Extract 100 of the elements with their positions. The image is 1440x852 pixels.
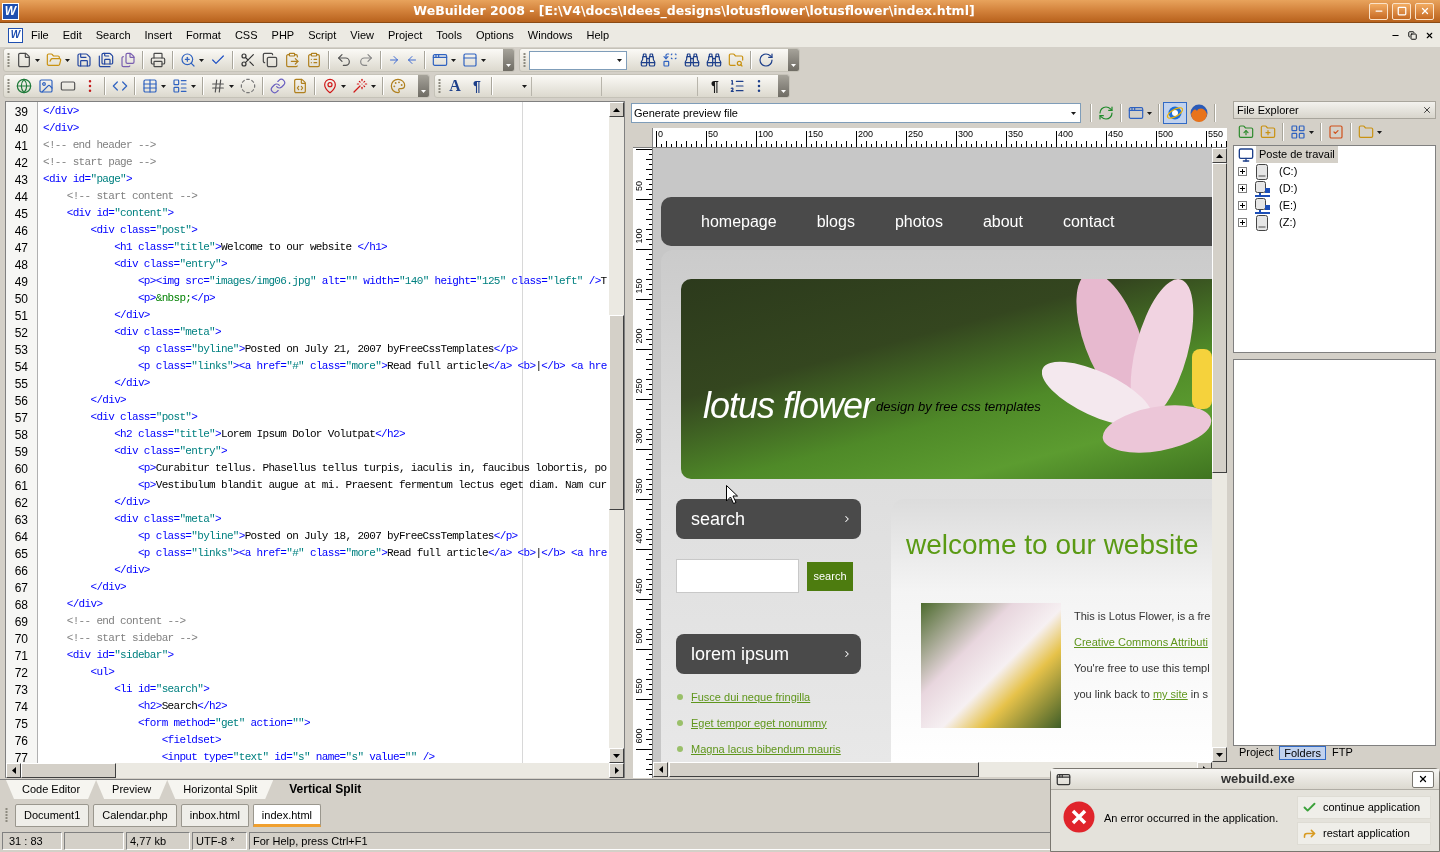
view-tab[interactable]: Code Editor (6, 780, 97, 799)
nav-link[interactable]: blogs (816, 209, 855, 234)
curved-arrow-icon[interactable] (758, 52, 774, 68)
toolbar-overflow-button[interactable] (503, 49, 514, 71)
redo-arrow-icon[interactable] (358, 52, 374, 68)
caret-down-icon[interactable] (481, 58, 486, 62)
dropdown-field[interactable]: Generate preview file (631, 103, 1081, 123)
image-icon[interactable] (38, 78, 54, 94)
close-icon[interactable] (1422, 105, 1432, 115)
text-link[interactable]: my site (1152, 688, 1188, 700)
dropdown-field[interactable] (529, 50, 627, 70)
scroll-down-button[interactable] (609, 748, 624, 763)
nav-link[interactable]: homepage (701, 209, 777, 234)
chain-link-icon[interactable] (270, 78, 286, 94)
grip-icon[interactable] (7, 53, 10, 67)
tree-item[interactable]: (C:) (1276, 163, 1301, 180)
magnifier-icon[interactable] (180, 52, 196, 68)
code-brackets-icon[interactable] (112, 78, 128, 94)
horizontal-scrollbar[interactable] (6, 763, 624, 778)
menu-item[interactable]: Project (380, 26, 430, 44)
vertical-scrollbar[interactable] (609, 102, 624, 763)
menu-item[interactable]: CSS (227, 26, 265, 44)
refresh-icon[interactable] (1098, 105, 1114, 121)
caret-down-icon[interactable] (616, 58, 622, 62)
hash-icon[interactable] (210, 78, 226, 94)
checkbox-icon[interactable] (1328, 124, 1344, 140)
menu-item[interactable]: Search (88, 26, 138, 44)
menu-item[interactable]: File (24, 26, 56, 44)
view-tab[interactable]: Preview (96, 780, 168, 799)
panel-tab[interactable]: FTP (1327, 746, 1357, 760)
tree-item[interactable]: Poste de travail (1256, 146, 1338, 163)
panel-tab[interactable]: Project (1235, 746, 1278, 760)
menu-item[interactable]: View (343, 26, 381, 44)
nav-link[interactable]: contact (1062, 209, 1115, 234)
scroll-left-button[interactable] (653, 762, 668, 777)
panel-icon[interactable] (462, 52, 478, 68)
window-icon[interactable] (1128, 105, 1144, 121)
menu-item[interactable]: Edit (55, 26, 89, 44)
scroll-down-button[interactable] (1212, 747, 1227, 762)
document-tab[interactable]: index.html (252, 803, 321, 827)
paragraph-button[interactable]: ¶ (466, 75, 488, 97)
dashed-circle-icon[interactable] (240, 78, 256, 94)
caret-down-icon[interactable] (451, 58, 456, 62)
scroll-up-button[interactable] (1212, 148, 1227, 163)
caret-down-icon[interactable] (65, 58, 70, 62)
menu-item[interactable]: Format (179, 26, 228, 44)
folder-up-icon[interactable] (1238, 124, 1254, 140)
grip-icon[interactable] (5, 808, 8, 822)
globe-icon[interactable] (16, 78, 32, 94)
caret-down-icon[interactable] (371, 84, 376, 88)
toolbar-overflow-button[interactable] (788, 49, 799, 71)
expand-icon[interactable] (1238, 201, 1247, 210)
documents-icon[interactable] (120, 52, 136, 68)
caret-down-icon[interactable] (191, 84, 196, 88)
close-icon[interactable] (1425, 30, 1434, 40)
caret-down-icon[interactable] (1309, 130, 1314, 134)
document-tab[interactable]: Calendar.php (93, 803, 177, 827)
caret-down-icon[interactable] (1147, 111, 1152, 115)
wand-icon[interactable] (352, 78, 368, 94)
grip-icon[interactable] (438, 79, 441, 93)
caret-down-icon[interactable] (1377, 130, 1382, 134)
menu-item[interactable]: Windows (520, 26, 580, 44)
caret-down-icon[interactable] (199, 58, 204, 62)
file-icon[interactable] (16, 52, 32, 68)
font-button[interactable]: A (444, 75, 466, 97)
undo-arrow-icon[interactable] (336, 52, 352, 68)
clipboard-list-icon[interactable] (306, 52, 322, 68)
scissors-icon[interactable] (240, 52, 256, 68)
table-icon[interactable] (142, 78, 158, 94)
nav-link[interactable]: photos (894, 209, 943, 234)
floppy-disks-icon[interactable] (98, 52, 114, 68)
tree-item[interactable]: (D:) (1276, 180, 1301, 197)
expand-icon[interactable] (1238, 218, 1247, 227)
menu-item[interactable]: Insert (137, 26, 180, 44)
nav-link[interactable]: about (982, 209, 1023, 234)
panel-tab[interactable]: Folders (1279, 746, 1326, 760)
document-tab[interactable]: Document1 (15, 803, 90, 827)
scrollbar-thumb[interactable] (1212, 163, 1227, 473)
window-icon[interactable] (432, 52, 448, 68)
printer-icon[interactable] (150, 52, 166, 68)
caret-down-icon[interactable] (229, 84, 234, 88)
arrow-left-icon[interactable] (406, 54, 418, 66)
grid-icon[interactable] (1290, 124, 1306, 140)
scrollbar-thumb[interactable] (609, 315, 624, 510)
grip-icon[interactable] (523, 53, 526, 67)
scrollbar-thumb[interactable] (21, 763, 116, 778)
tree-item[interactable]: (E:) (1276, 197, 1300, 214)
menu-item[interactable]: Tools (429, 26, 469, 44)
palette-icon[interactable] (390, 78, 406, 94)
numbered-list-icon[interactable] (729, 78, 745, 94)
minimize-button[interactable] (1369, 2, 1388, 20)
scroll-right-button[interactable] (609, 763, 624, 778)
menu-item[interactable]: PHP (264, 26, 302, 44)
toolbar-overflow-button[interactable] (778, 75, 789, 97)
expand-icon[interactable] (1238, 167, 1247, 176)
maximize-button[interactable] (1392, 2, 1411, 20)
scroll-left-button[interactable] (6, 763, 21, 778)
binoculars-icon[interactable] (684, 52, 700, 68)
marks-button[interactable]: ¶ (704, 75, 726, 97)
two-pages-icon[interactable] (262, 52, 278, 68)
